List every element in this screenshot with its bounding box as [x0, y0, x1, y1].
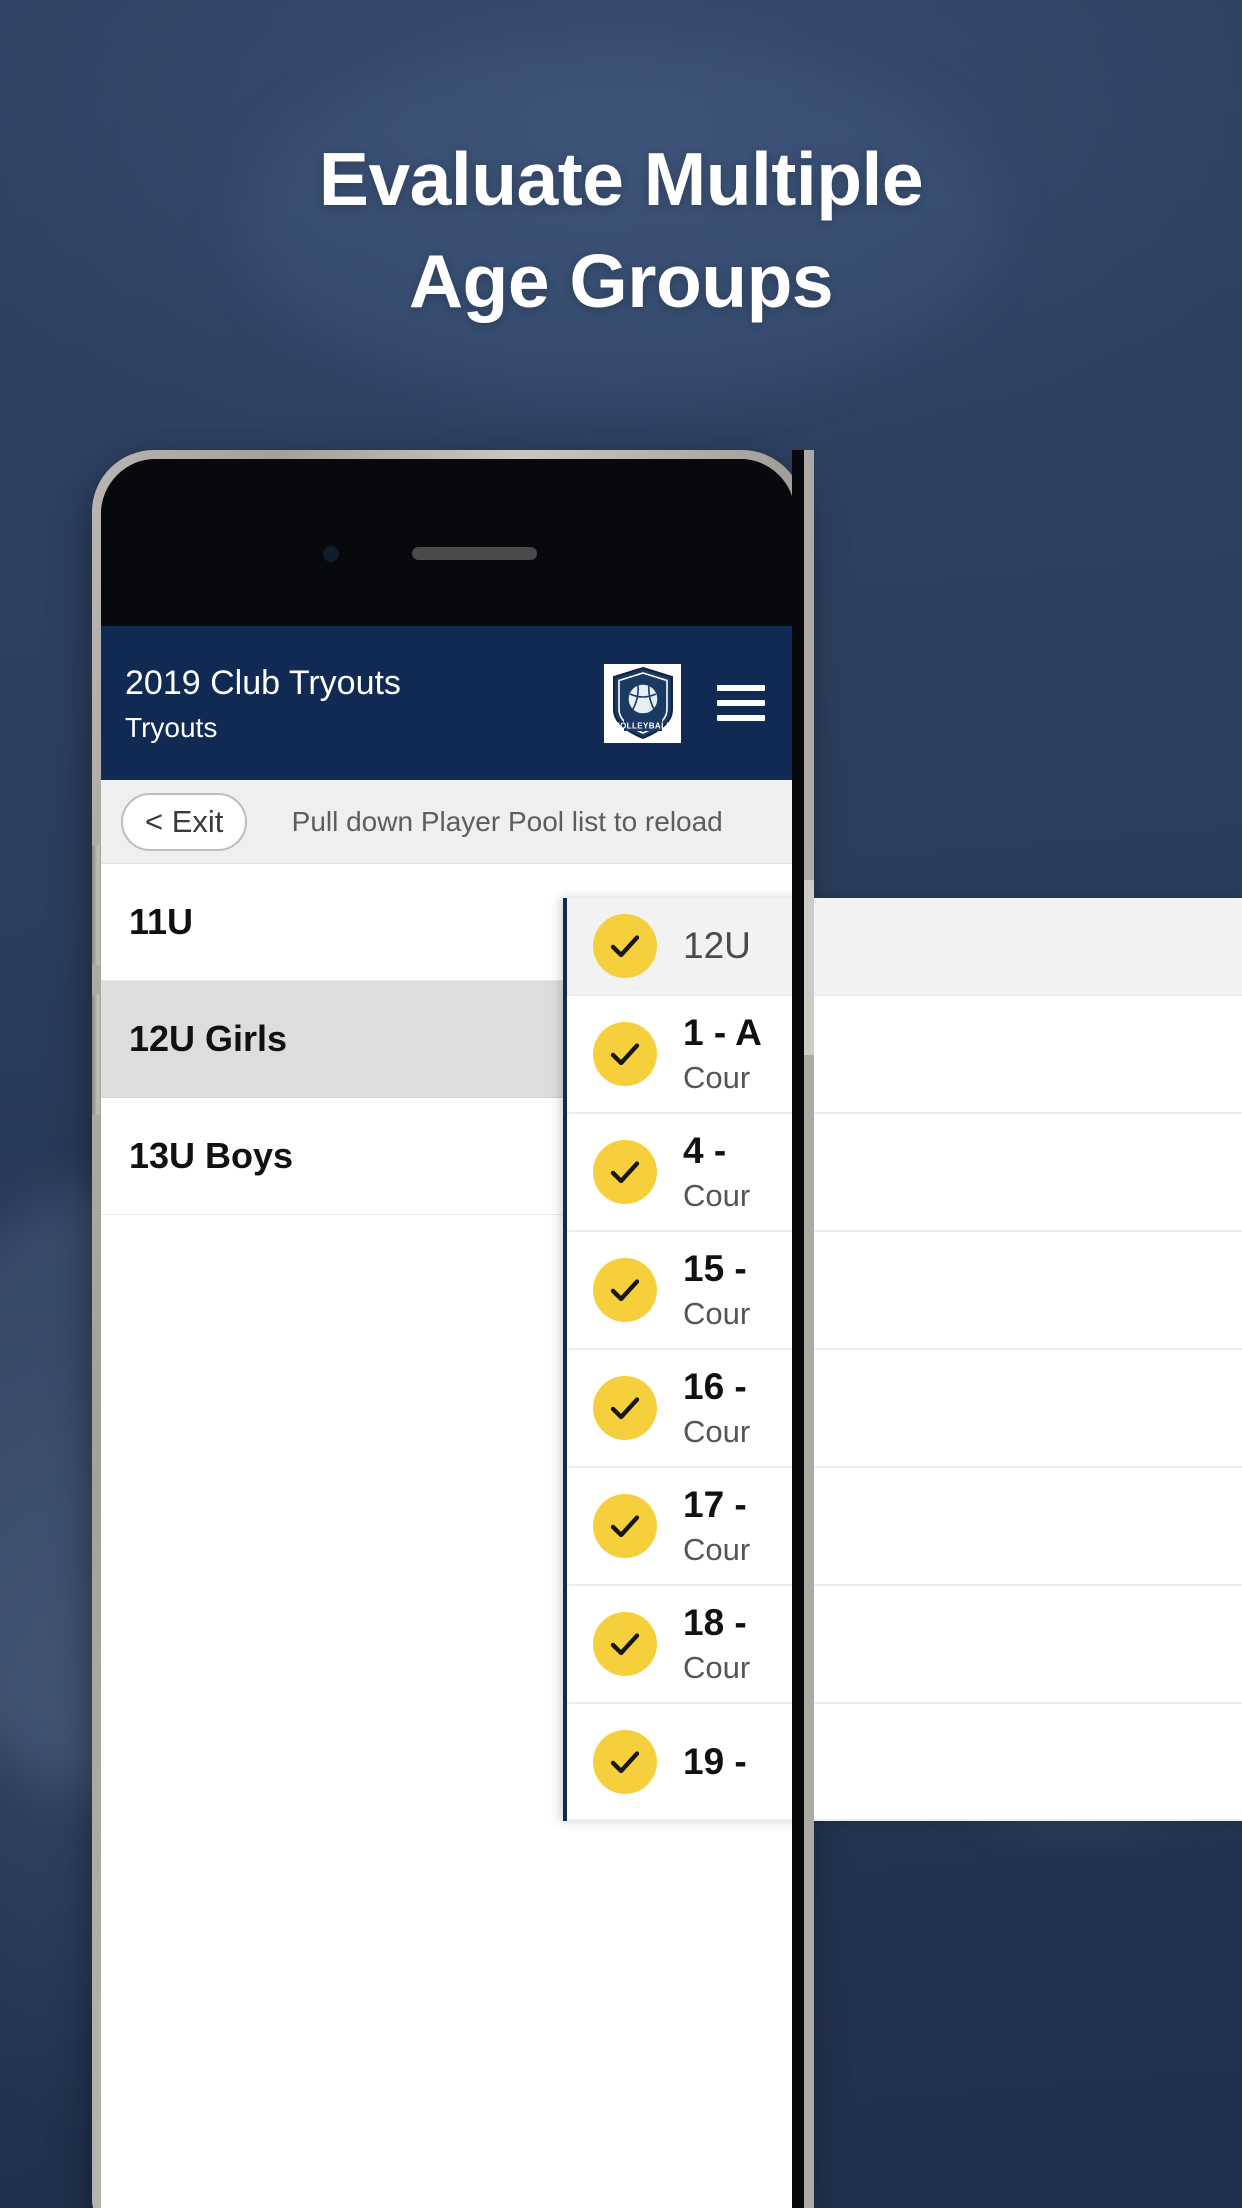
- page-title: 2019 Club Tryouts: [125, 663, 401, 702]
- drawer-item-text: 4 - Cour: [683, 1130, 1242, 1214]
- drawer-item-title: 18 -: [683, 1602, 747, 1643]
- page-subtitle: Tryouts: [125, 712, 218, 744]
- drawer-item-text: 17 - Cour: [683, 1484, 1242, 1568]
- drawer-item[interactable]: 1 - A Cour: [567, 996, 1242, 1114]
- check-circle-icon[interactable]: [593, 914, 657, 978]
- headline-line-1: Evaluate Multiple: [318, 137, 924, 221]
- drawer-item-text: 18 - Cour: [683, 1602, 1242, 1686]
- front-camera-icon: [323, 546, 339, 562]
- drawer-item-title: 4 -: [683, 1130, 727, 1171]
- app-header-titles: 2019 Club Tryouts Tryouts: [125, 660, 604, 747]
- drawer-header-item[interactable]: 12U: [567, 898, 1242, 996]
- drawer-item[interactable]: 18 - Cour: [567, 1586, 1242, 1704]
- drawer-item[interactable]: 19 -: [567, 1704, 1242, 1821]
- phone-speaker-area: [101, 459, 795, 626]
- drawer-item-title: 1 - A: [683, 1012, 762, 1053]
- check-circle-icon[interactable]: [593, 1022, 657, 1086]
- check-circle-icon[interactable]: [593, 1729, 657, 1794]
- drawer-item-title: 12U: [683, 925, 751, 966]
- drawer-item-text: 12U: [683, 925, 1242, 967]
- drawer-item-title: 16 -: [683, 1366, 747, 1407]
- drawer-item-text: 16 - Cour: [683, 1366, 1242, 1450]
- drawer-item[interactable]: 15 - Cour: [567, 1232, 1242, 1350]
- app-header: 2019 Club Tryouts Tryouts VOLLEYBALL: [101, 626, 795, 780]
- drawer-item-title: 19 -: [683, 1740, 747, 1782]
- drawer-item-subtitle: Cour: [683, 1414, 751, 1449]
- hamburger-bar-3: [717, 715, 765, 721]
- promo-headline: Evaluate Multiple Age Groups: [0, 128, 1242, 332]
- check-circle-icon[interactable]: [593, 1612, 657, 1676]
- app-toolbar: < Exit Pull down Player Pool list to rel…: [101, 780, 795, 864]
- drawer-item-title: 15 -: [683, 1248, 747, 1289]
- hamburger-menu-icon[interactable]: [705, 667, 777, 739]
- drawer-item-subtitle: Cour: [683, 1178, 751, 1213]
- reload-hint-text: Pull down Player Pool list to reload: [291, 805, 723, 837]
- drawer-item-subtitle: Cour: [683, 1532, 751, 1567]
- drawer-item-title: 17 -: [683, 1484, 747, 1525]
- drawer-item-subtitle: Cour: [683, 1650, 751, 1685]
- drawer-item[interactable]: 16 - Cour: [567, 1350, 1242, 1468]
- exit-button[interactable]: < Exit: [121, 792, 248, 851]
- hamburger-bar-2: [717, 700, 765, 706]
- side-drawer: 12U 1 - A Cour 4 - Cour 15 - Cour 16 - C…: [563, 898, 1242, 1821]
- drawer-item-text: 1 - A Cour: [683, 1012, 1242, 1096]
- check-circle-icon[interactable]: [593, 1376, 657, 1440]
- check-circle-icon[interactable]: [593, 1258, 657, 1322]
- drawer-item[interactable]: 17 - Cour: [567, 1468, 1242, 1586]
- drawer-item-text: 15 - Cour: [683, 1248, 1242, 1332]
- drawer-item-subtitle: Cour: [683, 1296, 751, 1331]
- hamburger-bar-1: [717, 685, 765, 691]
- check-circle-icon[interactable]: [593, 1140, 657, 1204]
- headline-line-2: Age Groups: [408, 239, 834, 323]
- drawer-item-text: 19 -: [683, 1741, 1242, 1783]
- svg-text:VOLLEYBALL: VOLLEYBALL: [614, 721, 671, 730]
- drawer-item-subtitle: Cour: [683, 1060, 751, 1095]
- earpiece-speaker-icon: [412, 547, 537, 560]
- check-circle-icon[interactable]: [593, 1494, 657, 1558]
- volleyball-club-badge-icon: VOLLEYBALL: [604, 663, 681, 743]
- drawer-item[interactable]: 4 - Cour: [567, 1114, 1242, 1232]
